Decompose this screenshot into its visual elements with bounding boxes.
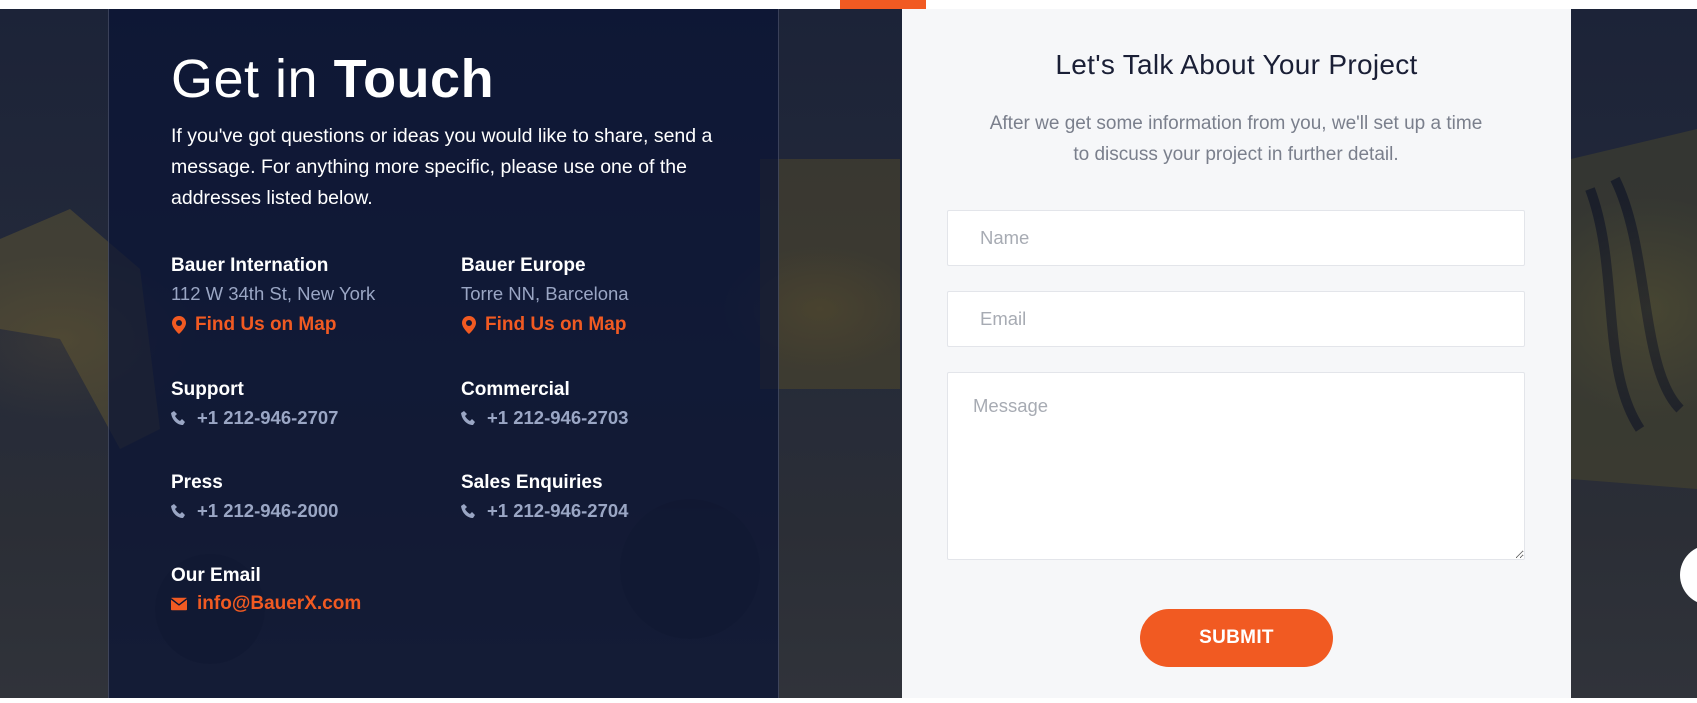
email-input[interactable] xyxy=(947,291,1525,347)
phone-link[interactable]: +1 212-946-2707 xyxy=(171,402,338,433)
find-on-map-link[interactable]: Find Us on Map xyxy=(171,309,375,340)
office-block-internation: Bauer Internation 112 W 34th St, New Yor… xyxy=(171,254,375,340)
phone-block-press: Press +1 212-946-2000 xyxy=(171,471,338,526)
phone-icon xyxy=(461,410,475,425)
phone-number: +1 212-946-2704 xyxy=(487,500,629,521)
find-on-map-label: Find Us on Map xyxy=(195,314,337,335)
phone-number: +1 212-946-2703 xyxy=(487,407,629,428)
phone-label: Sales Enquiries xyxy=(461,472,603,493)
phone-block-support: Support +1 212-946-2707 xyxy=(171,378,338,433)
map-marker-icon xyxy=(172,315,186,334)
title-bold: Touch xyxy=(333,49,495,109)
phone-block-sales: Sales Enquiries +1 212-946-2704 xyxy=(461,471,628,526)
phone-block-commercial: Commercial +1 212-946-2703 xyxy=(461,378,628,433)
submit-button[interactable]: SUBMIT xyxy=(1140,609,1333,667)
phone-label: Support xyxy=(171,379,244,400)
office-address: 112 W 34th St, New York xyxy=(171,283,376,304)
phone-icon xyxy=(171,410,185,425)
office-address: Torre NN, Barcelona xyxy=(461,283,629,304)
email-block: Our Email info@BauerX.com xyxy=(171,564,361,619)
intro-text: If you've got questions or ideas you wou… xyxy=(171,125,713,209)
office-block-europe: Bauer Europe Torre NN, Barcelona Find Us… xyxy=(461,254,629,340)
office-name: Bauer Europe xyxy=(461,255,586,276)
form-title: Let's Talk About Your Project xyxy=(1055,49,1418,80)
phone-label: Press xyxy=(171,472,223,493)
phone-number: +1 212-946-2707 xyxy=(197,407,339,428)
phone-icon xyxy=(171,503,185,518)
phone-number: +1 212-946-2000 xyxy=(197,500,339,521)
message-textarea[interactable] xyxy=(947,372,1525,560)
office-name: Bauer Internation xyxy=(171,255,329,276)
form-subtitle: After we get some information from you, … xyxy=(989,113,1483,165)
email-address: info@BauerX.com xyxy=(197,593,362,614)
envelope-icon xyxy=(171,597,187,610)
phone-label: Commercial xyxy=(461,379,570,400)
email-link[interactable]: info@BauerX.com xyxy=(171,588,361,619)
phone-link[interactable]: +1 212-946-2703 xyxy=(461,402,628,433)
find-on-map-link[interactable]: Find Us on Map xyxy=(461,309,629,340)
name-input[interactable] xyxy=(947,210,1525,266)
email-label: Our Email xyxy=(171,565,261,586)
bottom-border xyxy=(0,698,1697,703)
phone-link[interactable]: +1 212-946-2704 xyxy=(461,495,628,526)
top-accent-bar xyxy=(840,0,926,9)
page-title: Get in Touch xyxy=(171,48,731,110)
phone-link[interactable]: +1 212-946-2000 xyxy=(171,495,338,526)
contact-intro: Get in Touch If you've got questions or … xyxy=(171,48,731,214)
phone-icon xyxy=(461,503,475,518)
find-on-map-label: Find Us on Map xyxy=(485,314,627,335)
title-light: Get in xyxy=(171,49,319,109)
map-marker-icon xyxy=(462,315,476,334)
